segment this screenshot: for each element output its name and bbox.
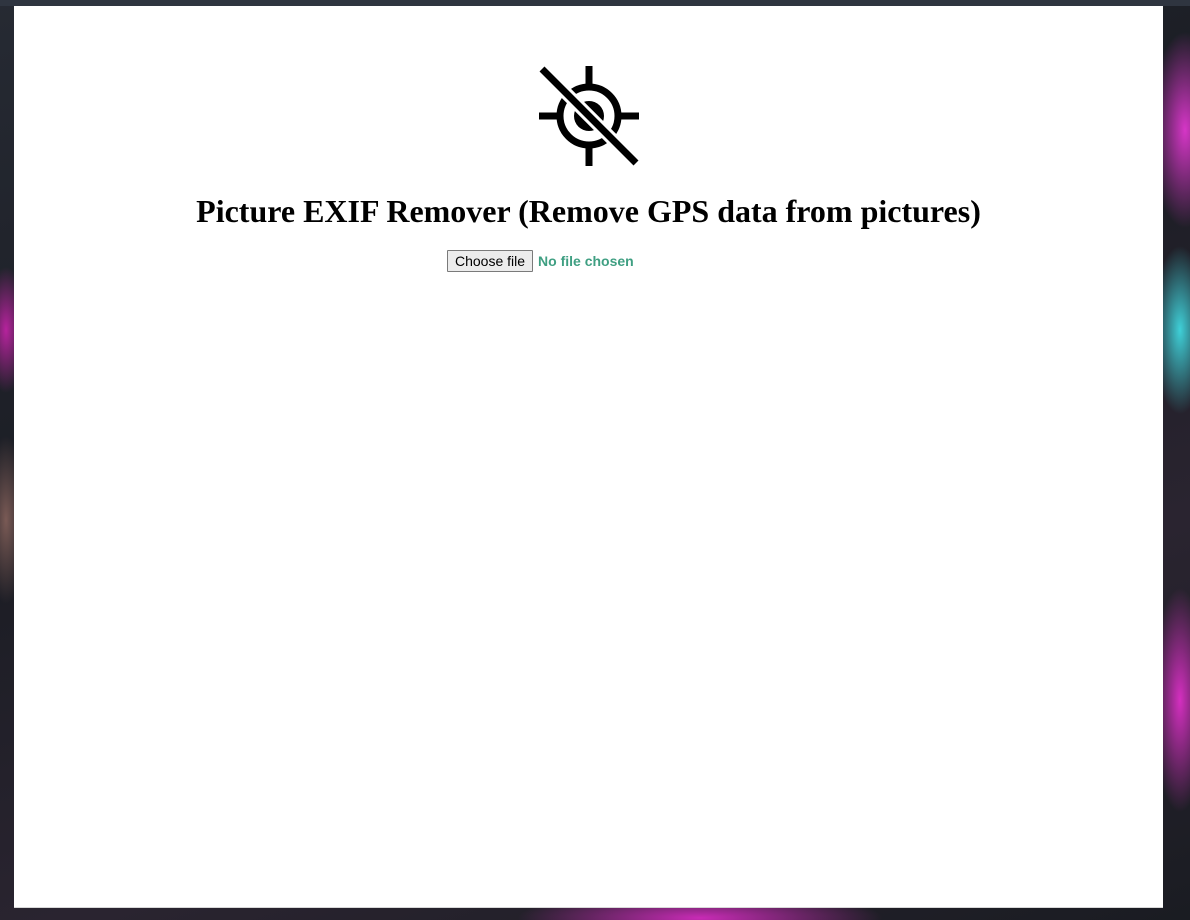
app-window: Picture EXIF Remover (Remove GPS data fr… bbox=[14, 6, 1163, 908]
file-status-text: No file chosen bbox=[538, 253, 634, 269]
choose-file-button[interactable]: Choose file bbox=[447, 250, 534, 272]
file-input[interactable]: Choose file No file chosen bbox=[447, 250, 634, 272]
page-title: Picture EXIF Remover (Remove GPS data fr… bbox=[196, 193, 981, 229]
gps-off-icon bbox=[539, 66, 639, 166]
